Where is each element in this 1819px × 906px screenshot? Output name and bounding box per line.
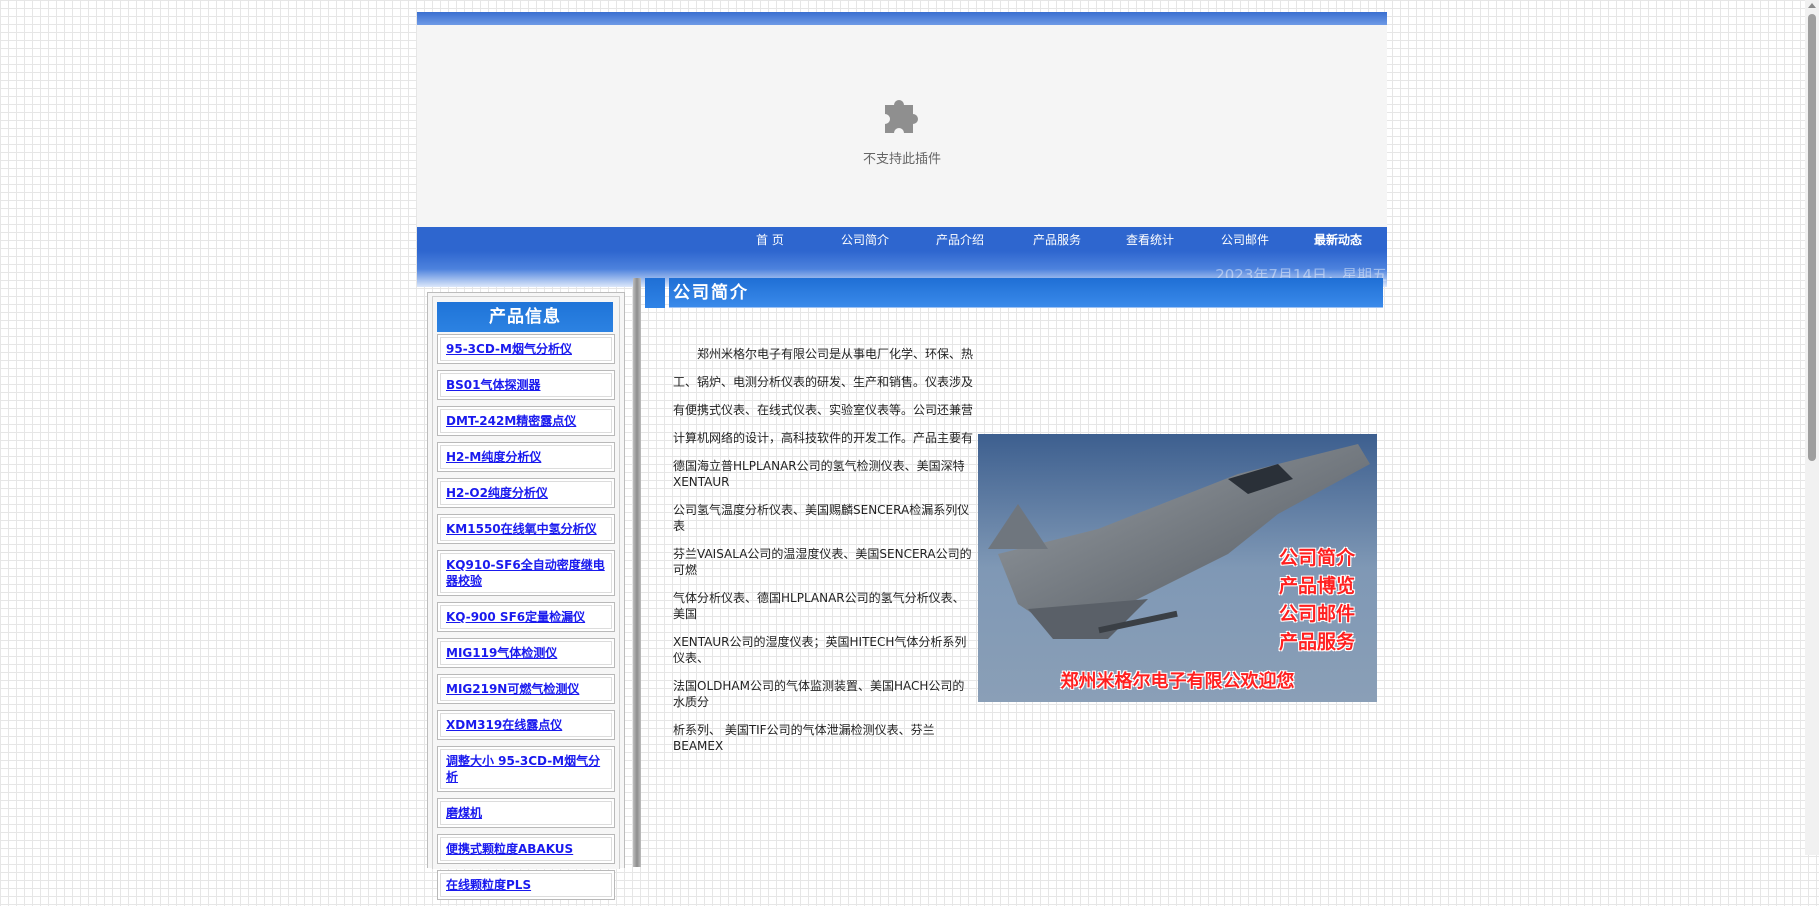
product-link[interactable]: KQ910-SF6全自动密度继电器校验 xyxy=(440,553,612,593)
product-item: 便携式颗粒度ABAKUS xyxy=(437,834,615,864)
page: 不支持此插件 首 页 公司简介 产品介绍 产品服务 查看统计 公司邮件 最新动态… xyxy=(417,12,1387,900)
plugin-message: 不支持此插件 xyxy=(862,152,941,167)
intro-paragraph: 郑州米格尔电子有限公司是从事电厂化学、环保、热 xyxy=(673,347,974,361)
product-item: BS01气体探测器 xyxy=(437,370,615,400)
promo-line: 产品博览 xyxy=(1278,575,1355,597)
promo-welcome: 郑州米格尔电子有限公欢迎您 xyxy=(1060,671,1295,692)
product-item: KQ910-SF6全自动密度继电器校验 xyxy=(437,550,615,596)
intro-paragraph: 析系列、 美国TIF公司的气体泄漏检测仪表、芬兰BEAMEX xyxy=(673,723,935,753)
company-intro-text: 郑州米格尔电子有限公司是从事电厂化学、环保、热 工、锅炉、电测分析仪表的研发、生… xyxy=(673,346,973,766)
product-link[interactable]: XDM319在线露点仪 xyxy=(440,713,612,737)
promo-line: 公司邮件 xyxy=(1278,603,1355,625)
vertical-scrollbar[interactable] xyxy=(1805,0,1819,855)
sidebar-title: 产品信息 xyxy=(437,302,613,332)
product-item: 调整大小 95-3CD-M烟气分析 xyxy=(437,746,615,792)
product-item: 磨煤机 xyxy=(437,798,615,828)
promo-line: 产品服务 xyxy=(1278,631,1355,653)
scroll-up-arrow-icon[interactable] xyxy=(1808,3,1816,8)
intro-paragraph: 公司氢气温度分析仪表、美国赐麟SENCERA检漏系列仪表 xyxy=(673,503,970,533)
plugin-placeholder: 不支持此插件 xyxy=(417,25,1387,227)
product-item: 95-3CD-M烟气分析仪 xyxy=(437,334,615,364)
product-item: MIG219N可燃气检测仪 xyxy=(437,674,615,704)
intro-paragraph: 德国海立普HLPLANAR公司的氢气检测仪表、美国深特XENTAUR xyxy=(673,459,965,489)
product-item: KM1550在线氧中氢分析仪 xyxy=(437,514,615,544)
scrollbar-thumb[interactable] xyxy=(1808,14,1816,461)
product-link[interactable]: H2-M纯度分析仪 xyxy=(440,445,612,469)
product-link[interactable]: KQ-900 SF6定量检漏仪 xyxy=(440,605,612,629)
nav-latest-news[interactable]: 最新动态 xyxy=(1314,231,1362,248)
product-item: DMT-242M精密露点仪 xyxy=(437,406,615,436)
product-link[interactable]: MIG119气体检测仪 xyxy=(440,641,612,665)
section-title: 公司简介 xyxy=(669,278,1383,308)
product-link[interactable]: 便携式颗粒度ABAKUS xyxy=(440,837,612,861)
product-link[interactable]: MIG219N可燃气检测仪 xyxy=(440,677,612,701)
product-link[interactable]: 在线颗粒度PLS xyxy=(440,873,612,897)
puzzle-icon xyxy=(885,100,918,133)
product-link[interactable]: BS01气体探测器 xyxy=(440,373,612,397)
column-divider xyxy=(633,278,641,867)
product-link[interactable]: DMT-242M精密露点仪 xyxy=(440,409,612,433)
intro-paragraph: XENTAUR公司的湿度仪表；英国HITECH气体分析系列仪表、 xyxy=(673,635,967,665)
product-item: KQ-900 SF6定量检漏仪 xyxy=(437,602,615,632)
sidebar: 产品信息 95-3CD-M烟气分析仪 BS01气体探测器 DMT-242M精密露… xyxy=(427,292,625,900)
nav-company-mail[interactable]: 公司邮件 xyxy=(1221,231,1269,248)
promo-line: 公司简介 xyxy=(1278,547,1355,569)
nav-home[interactable]: 首 页 xyxy=(756,231,784,248)
nav-statistics[interactable]: 查看统计 xyxy=(1126,231,1174,248)
intro-paragraph: 法国OLDHAM公司的气体监测装置、美国HACH公司的水质分 xyxy=(673,679,965,709)
intro-paragraph: 有便携式仪表、在线式仪表、实验室仪表等。公司还兼营 xyxy=(673,403,974,417)
product-link[interactable]: 95-3CD-M烟气分析仪 xyxy=(440,337,612,361)
title-accent-block xyxy=(645,278,665,308)
sidebar-panel: 产品信息 95-3CD-M烟气分析仪 BS01气体探测器 DMT-242M精密露… xyxy=(432,296,620,900)
product-link[interactable]: H2-O2纯度分析仪 xyxy=(440,481,612,505)
intro-paragraph: 计算机网络的设计，高科技软件的开发工作。产品主要有 xyxy=(673,431,974,445)
promo-banner[interactable]: 公司简介 产品博览 公司邮件 产品服务 郑州米格尔电子有限公欢迎您 xyxy=(978,434,1377,702)
product-item: MIG119气体检测仪 xyxy=(437,638,615,668)
intro-paragraph: 工、锅炉、电测分析仪表的研发、生产和销售。仪表涉及 xyxy=(673,375,974,389)
product-list: 95-3CD-M烟气分析仪 BS01气体探测器 DMT-242M精密露点仪 H2… xyxy=(437,334,615,906)
nav-company-intro[interactable]: 公司简介 xyxy=(841,231,889,248)
product-item: XDM319在线露点仪 xyxy=(437,710,615,740)
product-item: H2-M纯度分析仪 xyxy=(437,442,615,472)
product-link[interactable]: KM1550在线氧中氢分析仪 xyxy=(440,517,612,541)
nav-services[interactable]: 产品服务 xyxy=(1033,231,1081,248)
product-link[interactable]: 调整大小 95-3CD-M烟气分析 xyxy=(440,749,612,789)
product-item: H2-O2纯度分析仪 xyxy=(437,478,615,508)
product-item: 在线颗粒度PLS xyxy=(437,870,615,900)
promo-lines: 公司简介 产品博览 公司邮件 产品服务 xyxy=(1279,544,1355,656)
product-link[interactable]: 磨煤机 xyxy=(440,801,612,825)
nav-products[interactable]: 产品介绍 xyxy=(936,231,984,248)
top-band xyxy=(417,12,1387,25)
intro-paragraph: 芬兰VAISALA公司的温湿度仪表、美国SENCERA公司的可燃 xyxy=(673,547,972,577)
intro-paragraph: 气体分析仪表、德国HLPLANAR公司的氢气分析仪表、美国 xyxy=(673,591,965,621)
